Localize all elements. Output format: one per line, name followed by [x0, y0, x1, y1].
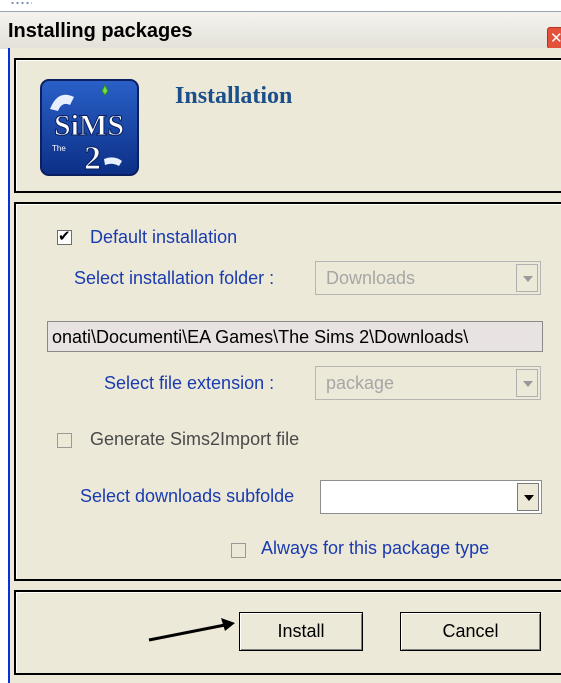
default-installation-checkbox[interactable]: ✔ — [57, 228, 72, 245]
install-path-field[interactable]: onati\Documenti\EA Games\The Sims 2\Down… — [47, 321, 543, 352]
chevron-down-icon — [516, 369, 538, 397]
generate-import-checkbox[interactable] — [57, 433, 72, 448]
window-title: Installing packages — [8, 20, 193, 42]
svg-text:2: 2 — [84, 140, 101, 176]
check-mark-icon: ✔ — [58, 228, 71, 245]
file-extension-value: package — [326, 373, 395, 393]
top-dots-decoration — [10, 0, 32, 6]
install-path-value: onati\Documenti\EA Games\The Sims 2\Down… — [52, 327, 469, 347]
install-button[interactable]: Install — [239, 612, 363, 651]
title-bar[interactable]: Installing packages ✕ — [0, 11, 561, 49]
installation-heading: Installation — [175, 83, 293, 109]
default-installation-label: Default installation — [90, 227, 238, 247]
svg-text:SiMS: SiMS — [54, 109, 124, 142]
install-folder-value: Downloads — [326, 268, 416, 288]
chevron-down-icon — [516, 264, 538, 292]
always-for-type-label: Always for this package type — [261, 538, 490, 558]
install-folder-dropdown[interactable]: Downloads — [315, 261, 541, 295]
downloads-subfolder-dropdown[interactable] — [320, 480, 542, 514]
sims2-logo-icon: SiMS 2 The — [40, 79, 139, 178]
cancel-button[interactable]: Cancel — [400, 612, 541, 651]
always-for-type-checkbox[interactable] — [231, 543, 246, 558]
generate-import-label: Generate Sims2Import file — [90, 429, 300, 449]
file-extension-label: Select file extension : — [104, 373, 275, 393]
svg-text:The: The — [52, 144, 66, 153]
pointer-arrow-annotation — [148, 618, 235, 642]
install-folder-label: Select installation folder : — [74, 268, 275, 288]
file-extension-dropdown[interactable]: package — [315, 366, 541, 400]
close-button[interactable]: ✕ — [547, 27, 561, 49]
downloads-subfolder-label: Select downloads subfolde — [80, 486, 295, 506]
chevron-down-icon — [517, 483, 539, 511]
